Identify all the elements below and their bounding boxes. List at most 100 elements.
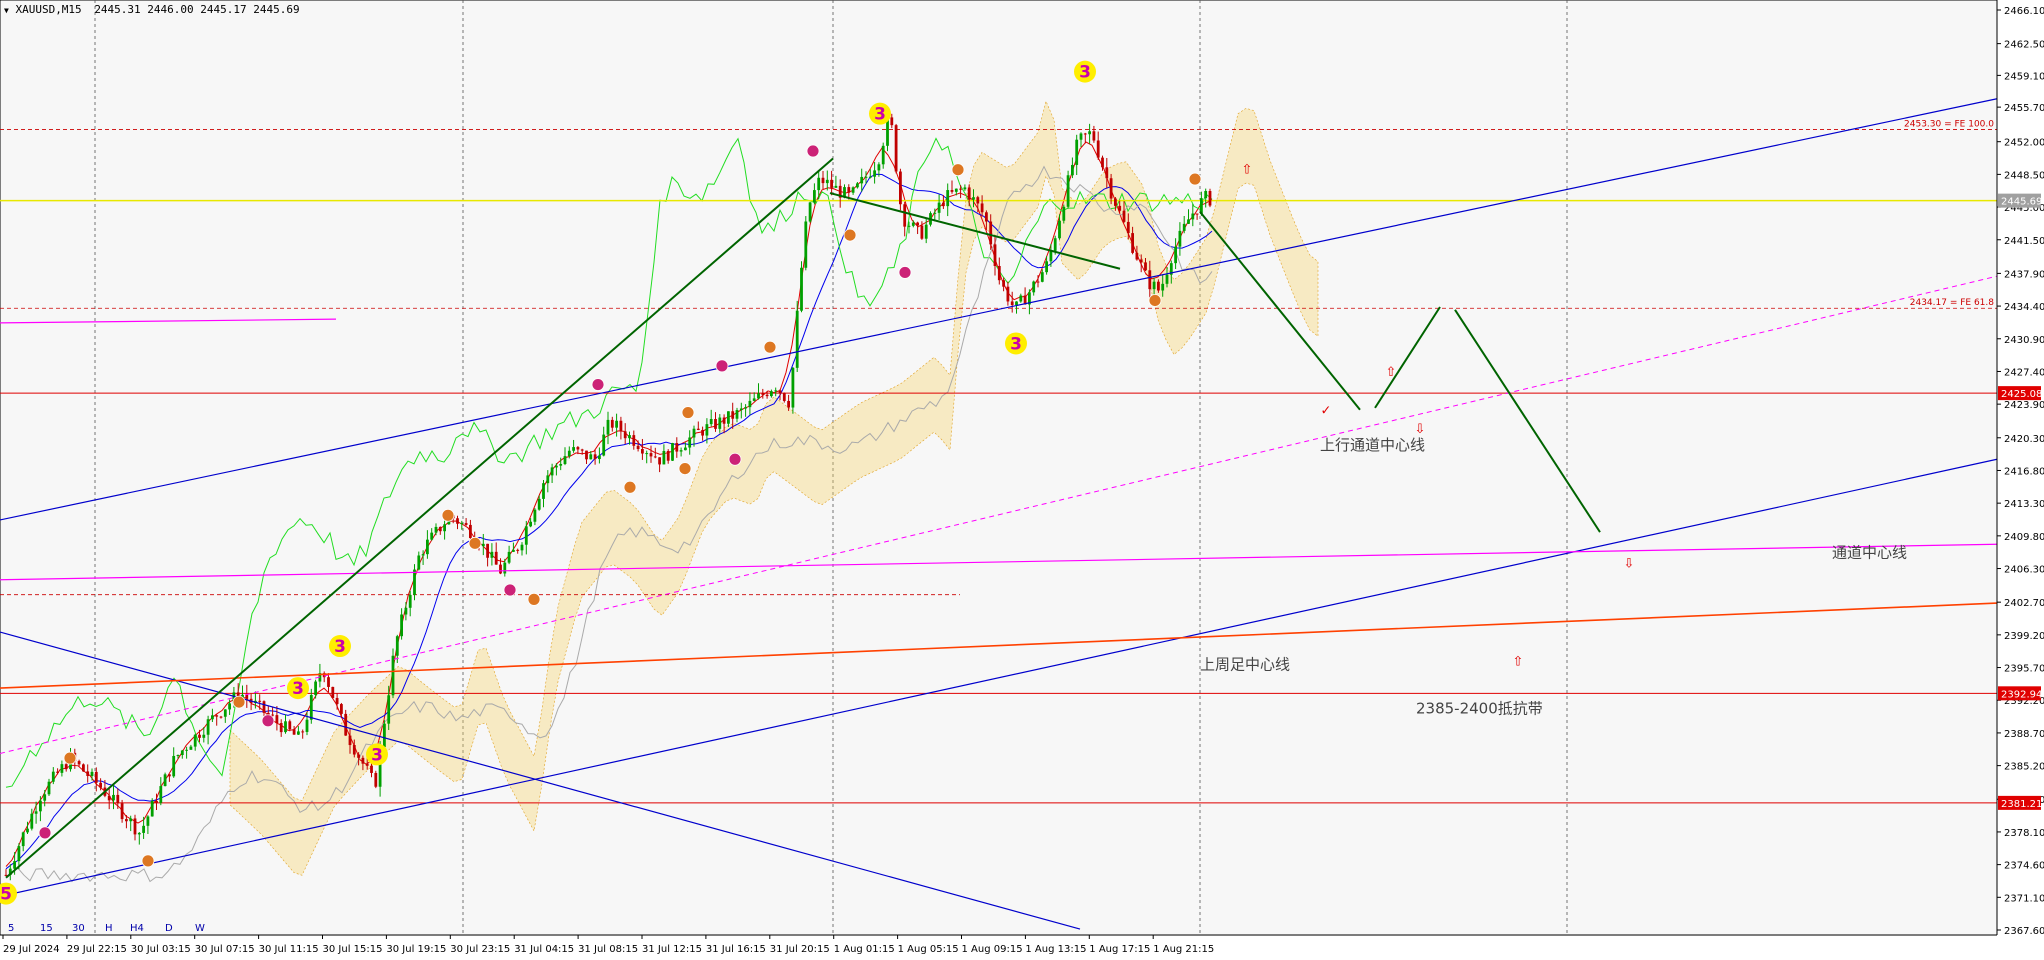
candle-body [82,764,85,772]
candle-body [365,763,369,766]
candle-body [752,398,756,401]
candle-body [512,549,515,552]
candle-body [937,202,941,213]
candle-body [671,443,674,461]
candle-body [159,786,163,803]
time-tick-label: 31 Jul 20:15 [770,944,830,955]
candle-body [486,543,489,558]
candle-body [1006,286,1010,302]
timeframe-button-H4[interactable]: H4 [130,923,144,934]
candle-body [890,117,894,126]
price-tick-label: 2399.20 [2004,631,2044,642]
candle-body [331,686,335,698]
candle-body [314,681,317,695]
candle-body [856,183,859,188]
sub-wave-marker [441,508,455,522]
candle-body [430,532,434,540]
timeframe-button-D[interactable]: D [165,923,173,934]
candle-body [30,813,34,829]
chart-canvas[interactable]: 3 3 3 3 3 3 5 ⇧ ⇧ ⇩ ⇩ ⇧ ✓ 上行通道中心线通道中心线上周足中心线 2385-240… [0,0,2044,960]
time-tick-label: 30 Jul 15:15 [323,944,383,955]
trading-chart[interactable]: 3 3 3 3 3 3 5 ⇧ ⇧ ⇩ ⇩ ⇧ ✓ 上行通道中心线 通道中心线 上周足中心线 2385-240… [0,0,2044,960]
collapse-triangle-icon[interactable]: ▼ [4,6,9,15]
candle-body [125,819,128,822]
candle-body [133,818,137,835]
candle-body [1075,139,1079,165]
candle-body [211,715,214,720]
time-tick-label: 1 Aug 13:15 [1025,944,1086,955]
candle-body [537,498,541,510]
candle-body [972,197,975,200]
candle-body [116,794,120,804]
candle-body [804,221,808,268]
candle-body [370,765,373,773]
candle-body [950,190,954,192]
price-tick-label: 2434.40 [2004,302,2044,313]
timeframe-button-15[interactable]: 15 [40,923,53,934]
candle-body [1036,281,1040,283]
candle-body [877,164,881,171]
candle-body [1114,198,1117,206]
chart-annotation: 通道中心线 [1832,543,1907,561]
candle-body [1157,281,1160,291]
chart-annotation: 2385-2400抵抗带 [1416,699,1543,717]
candle-body [916,222,919,226]
candle-body [499,564,502,574]
candle-body [787,400,790,408]
candle-body [1144,262,1147,271]
timeframe-button-W[interactable]: W [195,923,205,934]
candle-body [576,447,580,450]
price-axis[interactable]: 2466.10 2462.50 2459.10 2455.70 2452.00 2448.… [1996,0,2044,960]
candle-body [985,212,988,222]
candle-body [851,187,855,193]
candle-body [215,715,219,717]
sub-wave-marker [503,583,517,597]
timeframe-button-30[interactable]: 30 [72,923,85,934]
candle-body [185,749,188,751]
candle-body [1122,210,1126,222]
candle-body [735,410,739,419]
candle-body [993,244,997,266]
sub-wave-marker [715,359,729,373]
candle-body [456,518,459,524]
candle-body [180,750,184,756]
candle-body [1148,270,1152,290]
candle-body [413,569,416,595]
candle-body [43,794,47,801]
candle-body [47,781,51,795]
time-tick-label: 30 Jul 19:15 [386,944,446,955]
candle-body [1131,233,1134,253]
candle-body [813,190,816,203]
candle-body [17,846,21,862]
timeframe-button-H[interactable]: H [105,923,113,934]
sub-wave-marker [951,163,965,177]
price-tick-label: 2420.30 [2004,434,2044,445]
candle-body [34,811,38,814]
candle-body [150,800,154,817]
candle-body [572,447,575,451]
candle-body [1088,131,1091,135]
candle-body [727,411,730,424]
candle-body [228,703,231,710]
candle-body [761,393,765,395]
arrow-marker-icon: ⇧ [1242,162,1253,177]
candle-body [1032,281,1036,293]
time-tick-label: 29 Jul 22:15 [67,944,127,955]
candle-body [619,420,623,432]
time-tick-label: 31 Jul 16:15 [706,944,766,955]
price-tick-label: 2455.70 [2004,103,2044,114]
time-tick-label: 30 Jul 03:15 [131,944,191,955]
candle-body [112,794,115,801]
candle-body [120,803,124,820]
candle-body [800,267,803,311]
candle-body [593,454,597,460]
price-tick-label: 2448.50 [2004,170,2044,181]
candle-body [1010,301,1014,306]
candle-body [967,187,971,200]
candle-body [168,774,171,777]
candle-body [1079,133,1083,140]
timeframe-button-5[interactable]: 5 [8,923,14,934]
candle-body [744,407,747,409]
candle-body [421,554,425,556]
candle-body [327,677,330,687]
